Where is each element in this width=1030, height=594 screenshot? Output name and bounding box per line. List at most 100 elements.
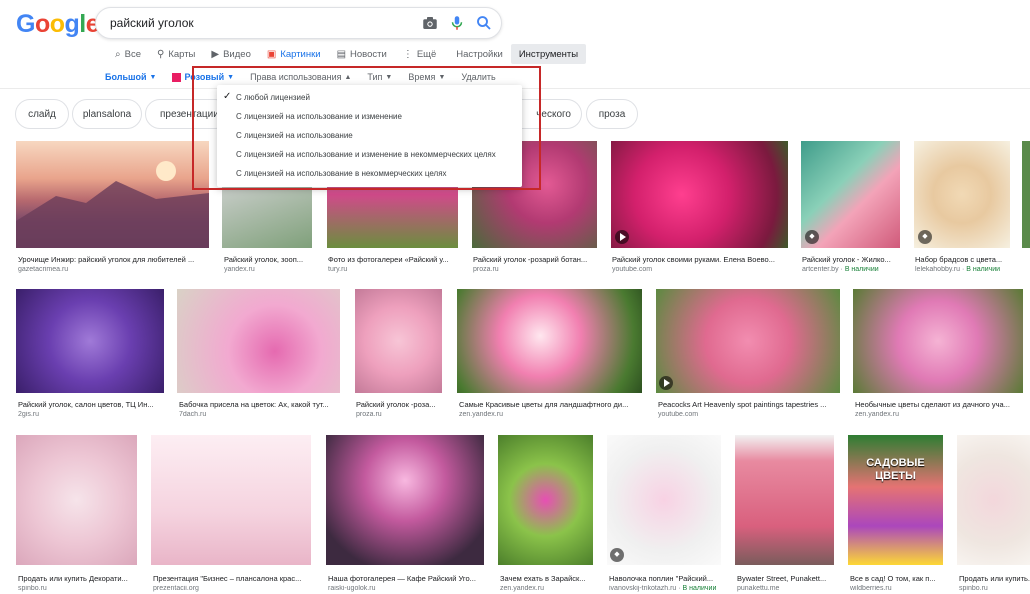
image-source: zen.yandex.ru xyxy=(459,411,503,418)
image-source: raiski-ugolok.ru xyxy=(328,585,376,592)
video-icon: ▶ xyxy=(211,48,220,60)
color-swatch xyxy=(172,72,182,82)
image-thumbnail[interactable] xyxy=(16,141,209,248)
logo-letter: G xyxy=(16,10,35,38)
image-caption[interactable]: Райский уголок -розарий ботан... xyxy=(473,255,598,264)
image-source: prezentacii.org xyxy=(153,585,199,592)
tab-images[interactable]: ▣ Картинки xyxy=(259,44,329,64)
image-caption[interactable]: Peacocks Art Heavenly spot paintings tap… xyxy=(658,400,840,409)
tab-maps[interactable]: ⚲ Карты xyxy=(149,44,203,64)
image-caption[interactable]: Райский уголок, салон цветов, ТЦ Ин... xyxy=(18,400,164,409)
tab-more[interactable]: ⋮ Ещё xyxy=(395,44,444,64)
image-source: gazetacrimea.ru xyxy=(18,266,69,273)
microphone-icon[interactable] xyxy=(448,14,466,32)
search-box[interactable]: райский уголок xyxy=(95,7,502,39)
tag-icon: ◆ xyxy=(805,230,819,244)
image-source: proza.ru xyxy=(473,266,499,273)
highlight-box xyxy=(192,66,541,190)
chip-label: проза xyxy=(598,108,626,120)
image-thumbnail[interactable]: ◆ xyxy=(801,141,900,248)
availability-label: В наличии xyxy=(682,585,717,592)
coast-image xyxy=(16,161,209,248)
image-thumbnail[interactable] xyxy=(457,289,642,393)
tab-label: Новости xyxy=(350,48,387,60)
image-thumbnail[interactable] xyxy=(957,435,1030,565)
book-title: САДОВЫЕ ЦВЕТЫ xyxy=(866,457,925,482)
image-thumbnail[interactable]: САДОВЫЕ ЦВЕТЫ xyxy=(848,435,943,565)
image-thumbnail[interactable] xyxy=(151,435,311,565)
chip[interactable]: слайд xyxy=(15,99,69,129)
image-caption[interactable]: Фото из фотогалереи «Райский у... xyxy=(328,255,458,264)
image-caption[interactable]: Зачем ехать в Зарайск... xyxy=(500,574,595,583)
image-caption[interactable]: Продать или купить Декорати... xyxy=(18,574,138,583)
image-caption[interactable]: Наша фотогалерея — Кафе Райский Уго... xyxy=(328,574,485,583)
image-thumbnail[interactable] xyxy=(355,289,442,393)
image-source: punakettu.me xyxy=(737,585,780,592)
chip[interactable]: проза xyxy=(586,99,638,129)
tab-label: Ещё xyxy=(416,48,437,60)
image-caption[interactable]: Продать или купить... xyxy=(959,574,1030,583)
image-caption[interactable]: Райский уголок -роза... xyxy=(356,400,442,409)
chip-label: слайд xyxy=(28,108,56,120)
tag-icon: ◆ xyxy=(918,230,932,244)
source-domain: artcenter.by xyxy=(802,266,839,273)
image-caption[interactable]: Райский уголок, зооп... xyxy=(224,255,314,264)
size-filter[interactable]: Большой ▼ xyxy=(105,72,156,82)
tab-news[interactable]: ▤ Новости xyxy=(329,44,395,64)
tab-label: Все xyxy=(124,48,141,60)
chip-label: plansalona xyxy=(82,108,132,120)
image-thumbnail[interactable] xyxy=(177,289,340,393)
search-input[interactable]: райский уголок xyxy=(110,16,194,30)
image-thumbnail[interactable]: ◆ xyxy=(914,141,1010,248)
image-caption[interactable]: Bywater Street, Punakett... xyxy=(737,574,835,583)
image-source: 7dach.ru xyxy=(179,411,207,418)
image-thumbnail[interactable] xyxy=(656,289,840,393)
news-icon: ▤ xyxy=(336,48,347,60)
tab-video[interactable]: ▶ Видео xyxy=(203,44,258,64)
tab-settings[interactable]: Настройки xyxy=(448,44,511,64)
image-caption[interactable]: Райский уголок своими руками. Елена Воев… xyxy=(612,255,788,264)
search-icon: ⌕ xyxy=(115,48,121,60)
logo-letter: o xyxy=(34,10,50,38)
image-thumbnail[interactable]: ◆ xyxy=(607,435,721,565)
image-thumbnail[interactable] xyxy=(735,435,834,565)
image-thumbnail[interactable] xyxy=(16,289,164,393)
tab-label: Инструменты xyxy=(518,48,579,60)
search-icon[interactable] xyxy=(475,14,493,32)
image-caption[interactable]: Презентация "Бизнес – плансалона крас... xyxy=(153,574,313,583)
image-thumbnail[interactable] xyxy=(498,435,593,565)
camera-icon[interactable] xyxy=(421,14,439,32)
image-thumbnail[interactable] xyxy=(853,289,1023,393)
source-domain: ivanovskij-trikotazh.ru xyxy=(609,585,677,592)
source-domain: lelekahobby.ru xyxy=(915,266,961,273)
image-caption[interactable]: Самые Красивые цветы для ландшафтного ди… xyxy=(459,400,643,409)
tab-tools[interactable]: Инструменты xyxy=(510,44,587,64)
image-caption[interactable]: Наволочка поплин "Райский... xyxy=(609,574,723,583)
image-thumbnail[interactable] xyxy=(611,141,788,248)
size-filter-label: Большой xyxy=(105,72,147,82)
image-caption[interactable]: Райский уголок - Жилко... xyxy=(802,255,900,264)
image-source: wildberries.ru xyxy=(850,585,892,592)
image-source: youtube.com xyxy=(658,411,699,418)
image-caption[interactable]: Необычные цветы сделают из дачного уча..… xyxy=(855,400,1023,409)
google-logo[interactable]: Google xyxy=(16,10,100,39)
tab-all[interactable]: ⌕ Все xyxy=(107,44,149,64)
image-caption[interactable]: Все в сад! О том, как п... xyxy=(850,574,945,583)
image-caption[interactable]: Бабочка присела на цветок: Ах, какой тут… xyxy=(179,400,341,409)
image-caption[interactable]: Урочище Инжир: райский уголок для любите… xyxy=(18,255,208,264)
image-thumbnail[interactable] xyxy=(1022,141,1030,248)
image-source: proza.ru xyxy=(356,411,382,418)
chip[interactable]: plansalona xyxy=(72,99,142,129)
caret-down-icon: ▼ xyxy=(149,73,157,81)
more-icon: ⋮ xyxy=(402,48,413,60)
tab-label: Карты xyxy=(168,48,196,60)
image-source: spinbo.ru xyxy=(18,585,47,592)
search-tabs: ⌕ Все ⚲ Карты ▶ Видео ▣ Картинки ▤ Новости ⋮ Е… xyxy=(107,44,587,64)
image-caption[interactable]: Набор брадсов с цвета... xyxy=(915,255,1011,264)
map-pin-icon: ⚲ xyxy=(156,48,165,60)
play-icon xyxy=(615,230,629,244)
image-thumbnail[interactable] xyxy=(16,435,137,565)
image-source: youtube.com xyxy=(612,266,653,273)
image-thumbnail[interactable] xyxy=(326,435,484,565)
image-source: ivanovskij-trikotazh.ru · В наличии xyxy=(609,585,717,592)
